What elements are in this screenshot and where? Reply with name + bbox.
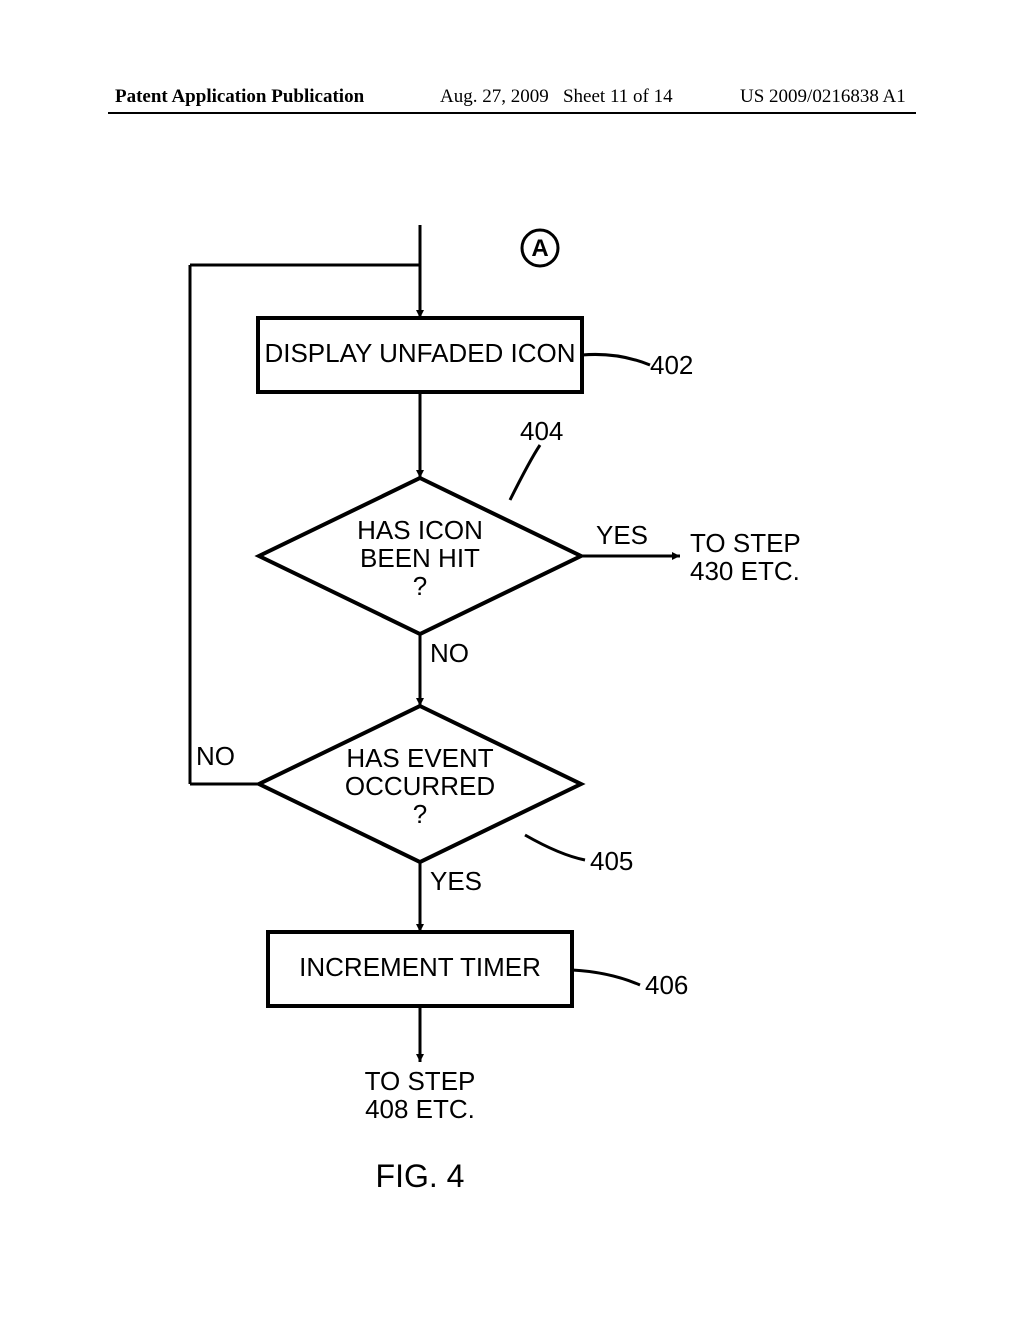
dec-404-yes-t2: 430 ETC. [690,558,820,585]
exit-l2: 408 ETC. [340,1096,500,1123]
figure-label: FIG. 4 [340,1160,500,1194]
dec-404-yes: YES [596,522,656,549]
box-406-text: INCREMENT TIMER [268,954,572,981]
ref-406: 406 [645,972,705,999]
dec-405-no: NO [196,743,251,770]
box-402-text: DISPLAY UNFADED ICON [258,340,582,367]
dec-404-l3: ? [320,573,520,600]
dec-405-l2: OCCURRED [320,773,520,800]
dec-404-l1: HAS ICON [320,517,520,544]
exit-l1: TO STEP [340,1068,500,1095]
ref-402: 402 [650,352,710,379]
ref-405: 405 [590,848,650,875]
dec-405-yes: YES [430,868,490,895]
dec-404-no: NO [430,640,480,667]
flowchart-canvas [0,0,1024,1320]
ref-404: 404 [520,418,580,445]
connector-a-label: A [531,236,549,261]
dec-405-l1: HAS EVENT [320,745,520,772]
dec-404-yes-t1: TO STEP [690,530,820,557]
dec-404-l2: BEEN HIT [320,545,520,572]
dec-405-l3: ? [320,801,520,828]
